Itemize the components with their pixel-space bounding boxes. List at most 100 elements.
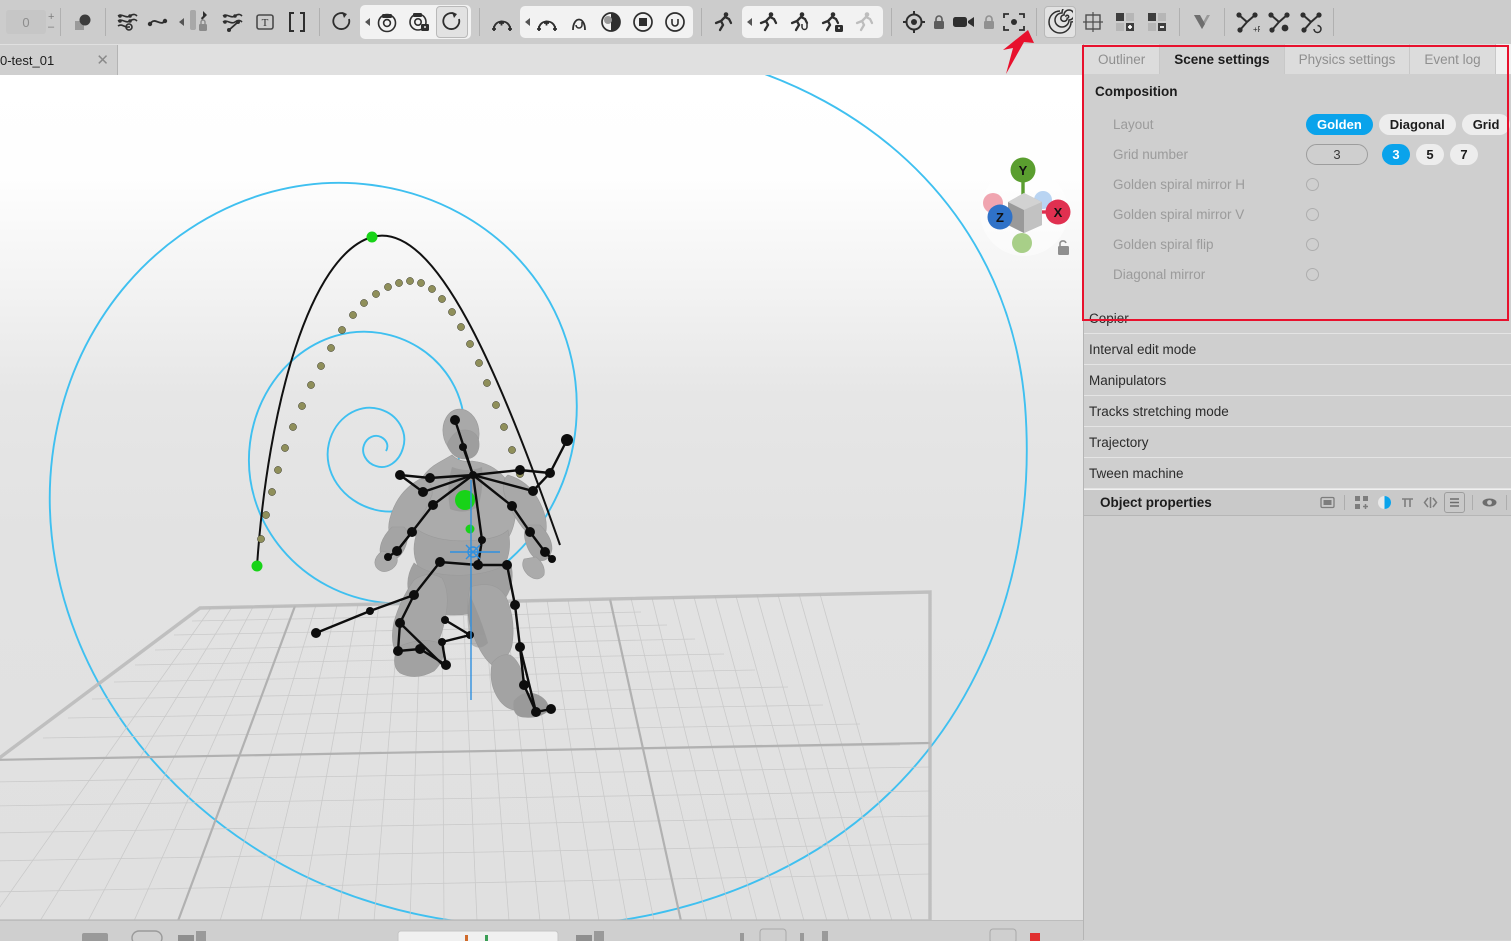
joints-icon[interactable] <box>1352 493 1371 512</box>
momentum-u-icon <box>665 12 686 32</box>
grid-number-option-5[interactable]: 5 <box>1416 143 1444 165</box>
axis-label-x: X <box>1054 205 1063 220</box>
frame-spinner-value[interactable]: 0 <box>6 10 46 34</box>
bottom-toolbar[interactable] <box>0 920 1083 941</box>
grid-number-option-7[interactable]: 7 <box>1450 143 1478 165</box>
grid-number-label: Grid number <box>1113 146 1189 162</box>
grid-overlay-button[interactable] <box>1078 7 1108 37</box>
keyframe-markers[interactable] <box>251 231 378 572</box>
frame-spinner-steppers[interactable]: + – <box>48 10 54 34</box>
runner-icon <box>715 12 733 32</box>
run-pose-alt-button[interactable] <box>754 7 784 37</box>
frame-decrease-icon[interactable]: – <box>48 22 54 33</box>
run-undo-button[interactable] <box>786 7 816 37</box>
section-interval-edit-mode[interactable]: Interval edit mode <box>1084 334 1511 365</box>
tab-scene-settings[interactable]: Scene settings <box>1160 44 1285 74</box>
target-point-button[interactable] <box>899 7 929 37</box>
ball-shape-icon <box>75 14 91 30</box>
panel-window-icon[interactable] <box>1318 493 1337 512</box>
golden-spiral-mirror-v-toggle[interactable] <box>1306 207 1319 221</box>
grid-number-option-3[interactable]: 3 <box>1382 143 1410 165</box>
code-brackets-icon[interactable] <box>1421 493 1440 512</box>
section-copier-label: Copier <box>1089 310 1129 326</box>
reset-node-button[interactable] <box>1296 7 1326 37</box>
runner-icon <box>760 12 778 32</box>
grid-number-row: Grid number 3 3 5 7 <box>1084 139 1511 169</box>
ballistic-arc-alt-button[interactable] <box>532 7 562 37</box>
node-point-button[interactable] <box>1264 7 1294 37</box>
runner-lock-icon <box>822 12 844 32</box>
layout-option-grid[interactable]: Grid <box>1461 113 1511 135</box>
application-window: 0 + – T + 0-test_01 ✕ Y X Z Outliner Sce… <box>0 0 1511 941</box>
chevron-right-icon[interactable] <box>747 18 753 26</box>
text-tool-button[interactable]: T <box>250 7 280 37</box>
smooth-wave-icon <box>148 18 168 27</box>
node-plus-icon: +P <box>1236 12 1260 34</box>
bottom-toolbar-icons <box>82 928 1040 941</box>
rotate-view-button[interactable] <box>436 6 469 38</box>
focus-frame-button[interactable] <box>999 7 1029 37</box>
golden-spiral-flip-toggle[interactable] <box>1306 237 1319 251</box>
camera-snapshot-button[interactable] <box>372 7 402 37</box>
ball-shape-tool-button[interactable] <box>68 7 98 37</box>
golden-spiral-mirror-h-toggle[interactable] <box>1306 177 1319 191</box>
golden-spiral-overlay-button[interactable] <box>1044 6 1077 38</box>
character-model[interactable] <box>311 407 573 718</box>
toolbar-divider <box>891 8 893 36</box>
camera-lock-button[interactable] <box>404 7 434 37</box>
object-properties-header[interactable]: Object properties <box>1084 489 1511 516</box>
squares-minus-icon <box>1148 13 1167 31</box>
tracks-edit-button[interactable] <box>218 7 248 37</box>
ballistic-arc-button[interactable] <box>487 7 517 37</box>
axis-gizmo[interactable]: Y X Z <box>980 157 1071 257</box>
section-trajectory[interactable]: Trajectory <box>1084 427 1511 458</box>
right-panel: Outliner Scene settings Physics settings… <box>1083 44 1511 940</box>
pin-track-button[interactable] <box>186 7 216 37</box>
runner-undo-icon <box>791 12 809 32</box>
close-icon[interactable]: ✕ <box>96 53 109 68</box>
momentum-button[interactable] <box>660 7 690 37</box>
chevron-right-icon[interactable] <box>365 18 371 26</box>
smooth-track-button[interactable] <box>145 7 175 37</box>
padlock-icon[interactable] <box>1058 240 1069 255</box>
layout-option-golden[interactable]: Golden <box>1306 113 1373 135</box>
brackets-icon <box>289 12 306 32</box>
chevron-right-icon[interactable] <box>179 18 185 26</box>
arc-partial-button[interactable] <box>564 7 594 37</box>
document-tab[interactable]: 0-test_01 ✕ <box>0 45 118 75</box>
section-copier[interactable]: Copier <box>1084 303 1511 334</box>
tab-outliner[interactable]: Outliner <box>1084 44 1161 74</box>
tab-event-log[interactable]: Event log <box>1410 44 1496 74</box>
object-properties-title: Object properties <box>1100 495 1212 510</box>
target-lock-button[interactable] <box>931 7 947 37</box>
run-pose-button[interactable] <box>709 7 739 37</box>
camera-object-button[interactable] <box>949 7 979 37</box>
layout-option-diagonal[interactable]: Diagonal <box>1378 113 1456 135</box>
inertia-box-button[interactable] <box>628 7 658 37</box>
add-node-button[interactable]: +P <box>1232 7 1262 37</box>
pi-symbol-icon[interactable] <box>1398 493 1417 512</box>
rotate-free-button[interactable] <box>327 7 357 37</box>
tab-physics-settings[interactable]: Physics settings <box>1284 44 1411 74</box>
tracks-overview-button[interactable] <box>113 7 143 37</box>
eye-visibility-icon[interactable] <box>1480 493 1499 512</box>
section-manipulators[interactable]: Manipulators <box>1084 365 1511 396</box>
chevron-right-icon[interactable] <box>525 18 531 26</box>
interval-brackets-button[interactable] <box>282 7 312 37</box>
run-disabled-button[interactable] <box>850 7 880 37</box>
diagonal-mirror-toggle[interactable] <box>1306 267 1319 281</box>
section-tracks-stretching-mode[interactable]: Tracks stretching mode <box>1084 396 1511 427</box>
section-interval-edit-mode-label: Interval edit mode <box>1089 341 1197 357</box>
viewport-3d[interactable]: Y X Z <box>0 75 1083 920</box>
frame-spinner[interactable]: 0 + – <box>6 10 54 34</box>
center-of-mass-button[interactable] <box>596 7 626 37</box>
camera-object-lock-button[interactable] <box>981 7 997 37</box>
color-sphere-icon[interactable] <box>1375 493 1394 512</box>
add-layer-button[interactable] <box>1110 7 1140 37</box>
list-lines-icon[interactable] <box>1444 492 1465 513</box>
chevron-shape-button[interactable] <box>1187 7 1217 37</box>
remove-layer-button[interactable] <box>1142 7 1172 37</box>
run-lock-button[interactable] <box>818 7 848 37</box>
grid-number-input[interactable]: 3 <box>1306 143 1368 165</box>
section-tween-machine[interactable]: Tween machine <box>1084 458 1511 489</box>
